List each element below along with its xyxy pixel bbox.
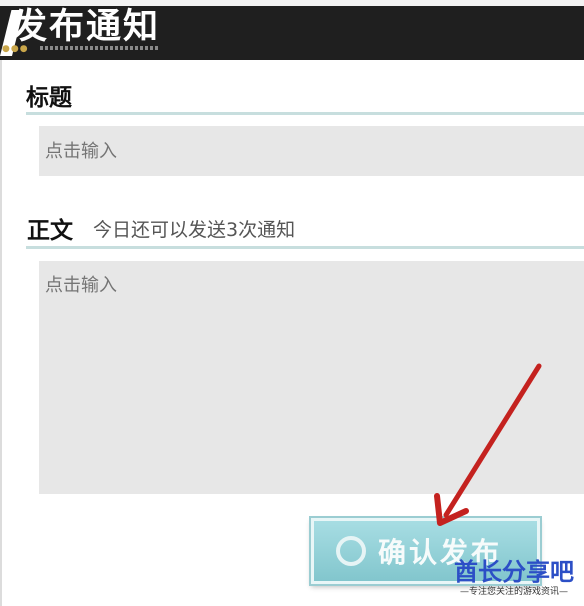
watermark-title: 酋长分享吧: [454, 558, 574, 586]
site-watermark: 酋长分享吧 —专注您关注的游戏资讯—: [444, 558, 584, 598]
watermark-subtitle: —专注您关注的游戏资讯—: [459, 587, 568, 597]
red-arrow-icon: [434, 363, 542, 526]
